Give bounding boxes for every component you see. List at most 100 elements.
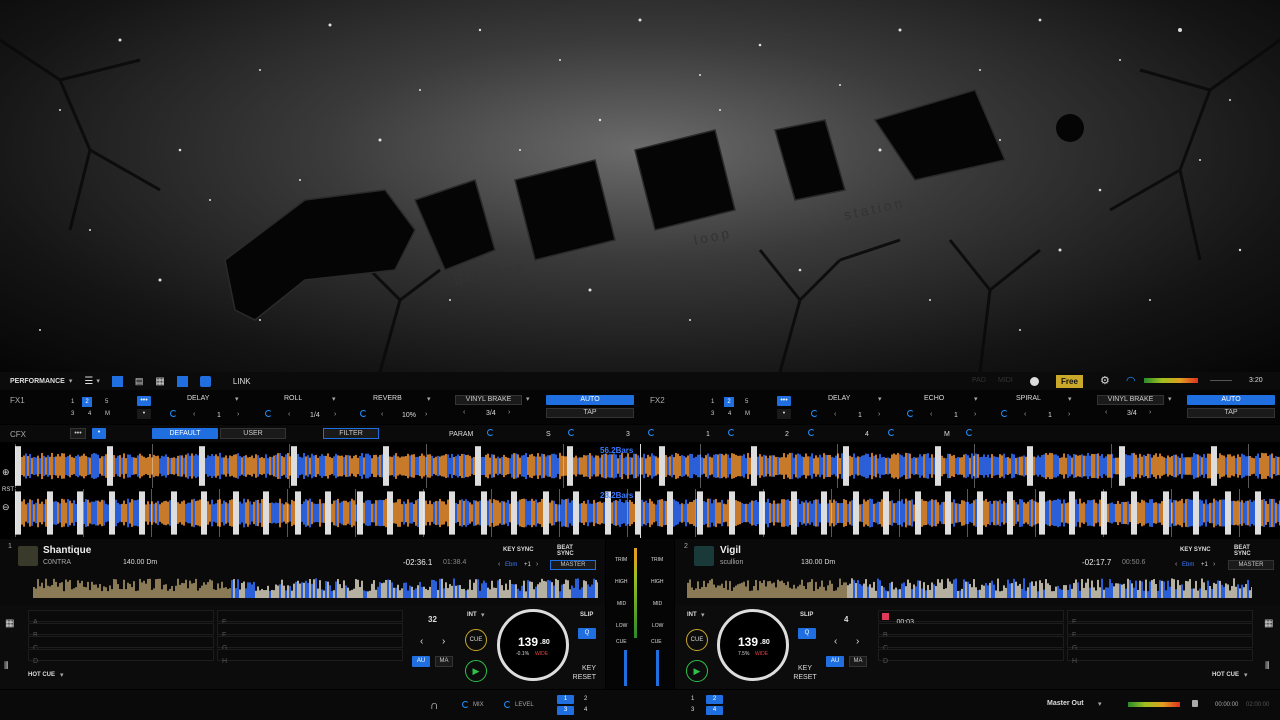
deck2-overview[interactable]	[687, 576, 1252, 598]
chevron-left-icon[interactable]: ‹	[930, 411, 932, 418]
deck2-ma-button[interactable]: MA	[849, 656, 867, 667]
fx2-more-button[interactable]: •••	[777, 396, 791, 406]
fx1-page-5[interactable]: 5	[105, 399, 108, 405]
chevron-left-icon[interactable]: ‹	[1175, 561, 1177, 568]
deck1-hotcue-c[interactable]: C	[28, 636, 214, 652]
deck2-channel-fader[interactable]	[656, 650, 659, 686]
deck1-hotcue-h[interactable]: H	[217, 649, 403, 665]
cfx-default-button[interactable]: DEFAULT	[152, 428, 218, 439]
level-slider[interactable]	[1210, 380, 1232, 381]
fx2-page-5[interactable]: 5	[745, 399, 748, 405]
cfx-knob-2[interactable]	[568, 429, 575, 436]
left-select-3[interactable]: 3	[557, 706, 574, 715]
left-select-2[interactable]: 2	[584, 696, 587, 702]
deck1-master-button[interactable]: MASTER	[550, 560, 596, 570]
grid-icon[interactable]: ▦	[155, 376, 164, 387]
chevron-right-icon[interactable]: ›	[974, 411, 976, 418]
deck1-hotcue-b[interactable]: B	[28, 623, 214, 639]
fx2-slot-3-knob[interactable]	[1001, 410, 1008, 417]
cfx-filter-button[interactable]: FILTER	[323, 428, 379, 439]
rst-button[interactable]: RST	[2, 487, 14, 493]
deck1-hotcue-g[interactable]: G	[217, 636, 403, 652]
info-icon[interactable]	[1030, 377, 1039, 386]
fx1-slot-3-knob[interactable]	[360, 410, 367, 417]
fx1-vinyl-brake-select[interactable]: VINYL BRAKE	[455, 395, 522, 405]
chevron-right-icon[interactable]: ›	[1149, 409, 1151, 416]
mixer-icon[interactable]	[176, 375, 188, 387]
chevron-down-icon[interactable]: ▾	[1168, 395, 1172, 403]
fx2-slot-1-name[interactable]: DELAY	[828, 395, 850, 402]
chevron-right-icon[interactable]: ›	[237, 411, 239, 418]
chevron-down-icon[interactable]: ▾	[974, 395, 978, 403]
chevron-down-icon[interactable]: ▾	[1068, 395, 1072, 403]
deck2-beat-sync[interactable]: BEAT SYNC	[1234, 545, 1254, 557]
chevron-left-icon[interactable]: ‹	[420, 636, 423, 647]
deck2-q-button[interactable]: Q	[798, 628, 816, 639]
fx2-dot[interactable]: •	[777, 409, 791, 419]
chevron-down-icon[interactable]: ▾	[526, 395, 530, 403]
deck2-hotcue-e[interactable]: E	[1067, 610, 1253, 626]
deck2-slip-button[interactable]: SLIP	[800, 612, 813, 618]
deck1-key-reset[interactable]: KEY RESET	[570, 664, 596, 682]
deck1-artwork[interactable]	[18, 546, 38, 566]
chevron-left-icon[interactable]: ‹	[834, 411, 836, 418]
mode-select[interactable]: PERFORMANCE	[10, 378, 65, 385]
chevron-right-icon[interactable]: ›	[1068, 411, 1070, 418]
deck1-hot-cue-select[interactable]: HOT CUE	[28, 672, 55, 678]
chevron-left-icon[interactable]: ‹	[463, 409, 465, 416]
fx2-tap-button[interactable]: TAP	[1187, 408, 1275, 418]
deck2-master-button[interactable]: MASTER	[1228, 560, 1274, 570]
fx1-slot-1-name[interactable]: DELAY	[187, 395, 209, 402]
deck2-hotcue-a[interactable]: 00:03	[878, 610, 1064, 626]
cfx-knob-7[interactable]	[966, 429, 973, 436]
chevron-down-icon[interactable]: ▾	[60, 671, 64, 679]
chevron-down-icon[interactable]: ▾	[481, 611, 485, 619]
chevron-right-icon[interactable]: ›	[536, 561, 538, 568]
left-select-4[interactable]: 4	[584, 707, 587, 713]
deck2-artwork[interactable]	[694, 546, 714, 566]
deck1-mixer-cue[interactable]: CUE	[616, 639, 627, 645]
deck1-jog-wheel[interactable]: 139 .80 -0.1% WIDE	[497, 609, 569, 681]
lock-icon[interactable]	[1192, 700, 1198, 707]
deck1-hotcue-d[interactable]: D	[28, 649, 214, 665]
deck2-au-button[interactable]: AU	[826, 656, 844, 667]
chevron-left-icon[interactable]: ‹	[381, 411, 383, 418]
deck2-hotcue-h[interactable]: H	[1067, 649, 1253, 665]
output-select[interactable]: Master Out	[1047, 700, 1084, 707]
right-select-3[interactable]: 3	[691, 707, 694, 713]
chevron-left-icon[interactable]: ‹	[498, 561, 500, 568]
cfx-knob-4[interactable]	[728, 429, 735, 436]
fx2-page-3[interactable]: 3	[711, 411, 714, 417]
fx2-page-1[interactable]: 1	[711, 399, 714, 405]
fx2-vinyl-brake-select[interactable]: VINYL BRAKE	[1097, 395, 1164, 405]
chevron-down-icon[interactable]: ▾	[878, 395, 882, 403]
cfx-dot-button[interactable]: •	[92, 428, 106, 439]
deck1-hotcue-a[interactable]: A	[28, 610, 214, 626]
cfx-more-button[interactable]: •••	[70, 428, 86, 439]
free-badge[interactable]: Free	[1056, 375, 1083, 388]
headphone-icon[interactable]: ◠	[1126, 374, 1136, 387]
fx1-dot[interactable]: •	[137, 409, 151, 419]
deck2-hotcue-c[interactable]: C	[878, 636, 1064, 652]
deck2-play-button[interactable]: ▶	[686, 660, 708, 682]
deck1-hotcue-e[interactable]: E	[217, 610, 403, 626]
fx1-page-2[interactable]: 2	[82, 397, 92, 407]
cfx-user-button[interactable]: USER	[220, 428, 286, 439]
chevron-left-icon[interactable]: ‹	[1024, 411, 1026, 418]
chevron-down-icon[interactable]: ▾	[235, 395, 239, 403]
chevron-down-icon[interactable]: ▾	[69, 377, 73, 385]
deck2-cue-button[interactable]: CUE	[686, 629, 708, 651]
menu-icon[interactable]: ☰	[84, 376, 93, 387]
cfx-knob-6[interactable]	[888, 429, 895, 436]
deck1-channel-fader[interactable]	[624, 650, 627, 686]
fx2-slot-1-knob[interactable]	[811, 410, 818, 417]
zoom-out-icon[interactable]: ⊖	[2, 502, 10, 513]
deck2-int-select[interactable]: INT	[687, 612, 697, 618]
zoom-in-icon[interactable]: ⊕	[2, 467, 10, 478]
deck2-pads-grid-icon[interactable]: ▦	[1264, 618, 1273, 629]
deck2-key-reset[interactable]: KEY RESET	[792, 664, 818, 682]
right-select-1[interactable]: 1	[691, 696, 694, 702]
deck1-cue-button[interactable]: CUE	[465, 629, 487, 651]
deck2-hotcue-b[interactable]: B	[878, 623, 1064, 639]
fx2-slot-2-name[interactable]: ECHO	[924, 395, 944, 402]
